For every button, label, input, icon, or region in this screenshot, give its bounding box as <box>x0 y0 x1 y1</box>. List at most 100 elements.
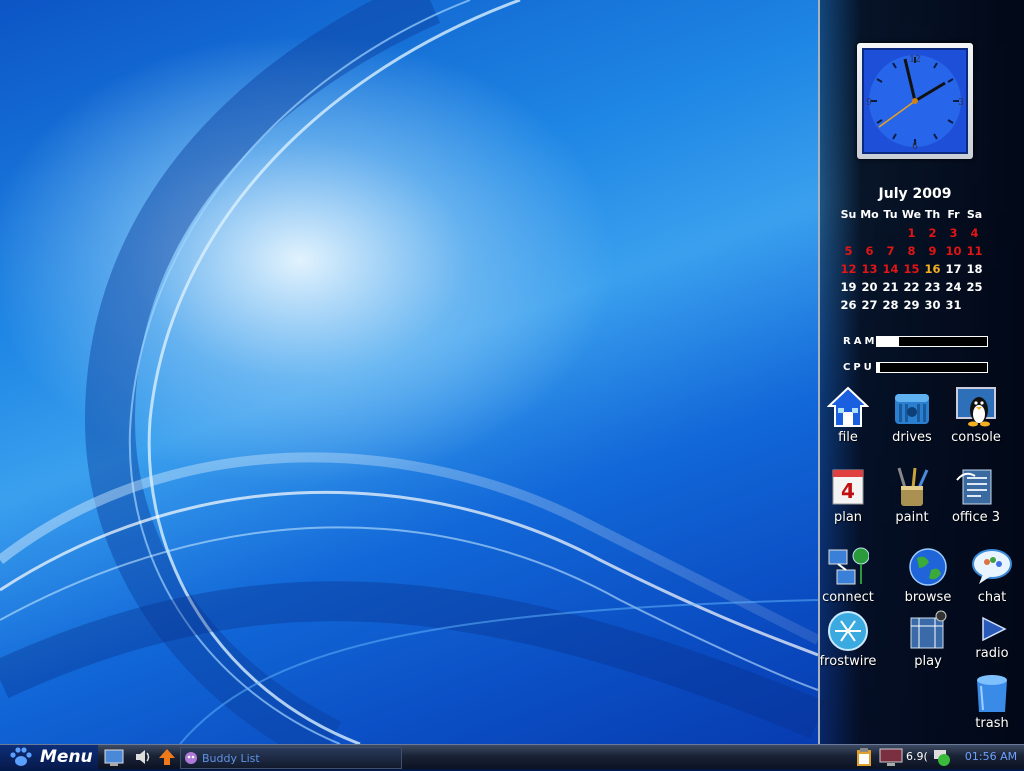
calendar-day[interactable]: 16 <box>922 260 943 278</box>
buddy-list-label: Buddy List <box>202 751 260 765</box>
desktop-icon-connect[interactable]: connect <box>813 546 883 605</box>
calendar-day[interactable]: 1 <box>901 224 922 242</box>
desktop-icon-office[interactable]: office 3 <box>941 466 1011 525</box>
calendar-day[interactable]: 26 <box>838 296 859 314</box>
globe-browser-icon <box>907 546 949 588</box>
trash-label: trash <box>975 716 1009 731</box>
calendar-day <box>964 296 985 314</box>
calendar-day[interactable]: 20 <box>859 278 880 296</box>
calendar-day[interactable]: 11 <box>964 242 985 260</box>
taskbar-window-buddy-list[interactable]: Buddy List <box>180 747 402 769</box>
update-arrow-icon[interactable] <box>157 747 177 767</box>
calendar-day[interactable]: 30 <box>922 296 943 314</box>
calendar-day[interactable]: 5 <box>838 242 859 260</box>
volume-icon[interactable] <box>134 747 154 767</box>
calendar-day[interactable]: 28 <box>880 296 901 314</box>
clock-numeral-6: 6 <box>912 142 918 152</box>
console-label: console <box>951 430 1001 445</box>
ram-bar <box>876 336 988 347</box>
calendar-day[interactable]: 29 <box>901 296 922 314</box>
calendar-day[interactable]: 31 <box>943 296 964 314</box>
calendar-day[interactable]: 6 <box>859 242 880 260</box>
calendar-day[interactable]: 22 <box>901 278 922 296</box>
network-status-icon[interactable] <box>932 747 952 767</box>
network-connect-icon <box>827 546 870 588</box>
desktop-icon-plan[interactable]: 4 plan <box>813 466 883 525</box>
analog-clock-widget: 12 6 3 9 <box>857 43 973 159</box>
office-document-icon <box>955 466 997 508</box>
start-menu-button[interactable]: Menu <box>0 745 98 769</box>
monitor-icon[interactable] <box>879 747 903 767</box>
clipboard-icon[interactable] <box>854 747 874 767</box>
calendar-day[interactable]: 2 <box>922 224 943 242</box>
desktop-icon-drives[interactable]: drives <box>877 386 947 445</box>
calendar-weekday: Fr <box>947 208 960 221</box>
calendar-day[interactable]: 10 <box>943 242 964 260</box>
calendar-day[interactable]: 15 <box>901 260 922 278</box>
connect-label: connect <box>822 590 874 605</box>
cpu-bar <box>876 362 988 373</box>
paw-icon <box>10 747 32 766</box>
office-label: office 3 <box>951 510 1001 525</box>
calendar-day[interactable]: 8 <box>901 242 922 260</box>
clock-numeral-12: 12 <box>909 55 920 65</box>
show-desktop-icon[interactable] <box>104 747 124 767</box>
cpu-meter: CPU <box>843 362 988 373</box>
frostwire-label: frostwire <box>819 654 877 669</box>
chat-bubble-icon <box>971 546 1013 588</box>
taskbar: Menu Buddy List 6.9( 01:56 AM <box>0 744 1024 769</box>
ram-meter: RAM <box>843 336 988 347</box>
calendar-day[interactable]: 4 <box>964 224 985 242</box>
desktop-icon-browse[interactable]: browse <box>893 546 963 605</box>
calendar-widget: July 2009 Su Mo Tu We Th Fr Sa 1 2 3 4 5 6 7 8 9 10 11 12 1… <box>838 186 988 314</box>
calendar-day[interactable]: 19 <box>838 278 859 296</box>
calendar-day[interactable]: 24 <box>943 278 964 296</box>
calendar-day[interactable]: 7 <box>880 242 901 260</box>
calendar-day[interactable]: 25 <box>964 278 985 296</box>
calendar-day <box>859 224 880 242</box>
media-player-icon <box>907 610 949 652</box>
calendar-day[interactable]: 18 <box>964 260 985 278</box>
calendar-weekday: We <box>901 208 922 221</box>
desktop-icon-paint[interactable]: paint <box>877 466 947 525</box>
paint-label: paint <box>895 510 929 525</box>
calendar-weekday: Su <box>840 208 857 221</box>
desktop-icon-frostwire[interactable]: frostwire <box>813 610 883 669</box>
trash-can-icon <box>971 672 1013 714</box>
pidgin-icon <box>185 752 197 764</box>
calendar-day <box>880 224 901 242</box>
calendar-day[interactable]: 9 <box>922 242 943 260</box>
tray-value: 6.9( <box>906 750 928 763</box>
calendar-day[interactable]: 23 <box>922 278 943 296</box>
desktop-icon-file[interactable]: file <box>813 386 883 445</box>
drives-icon <box>891 386 933 428</box>
calendar-page-icon: 4 <box>827 466 869 508</box>
play-label: play <box>914 654 942 669</box>
calendar-weekday: Th <box>924 208 941 221</box>
calendar-day[interactable]: 13 <box>859 260 880 278</box>
calendar-month-title: July 2009 <box>878 186 952 202</box>
tray-clock[interactable]: 01:56 AM <box>958 745 1024 769</box>
calendar-day[interactable]: 3 <box>943 224 964 242</box>
browse-label: browse <box>904 590 952 605</box>
tux-console-icon <box>955 386 997 428</box>
desktop-icon-chat[interactable]: chat <box>957 546 1024 605</box>
calendar-day[interactable]: 12 <box>838 260 859 278</box>
calendar-day <box>838 224 859 242</box>
desktop-icon-console[interactable]: console <box>941 386 1011 445</box>
clock-numeral-3: 3 <box>958 98 964 108</box>
frostwire-icon <box>827 610 869 652</box>
chat-label: chat <box>977 590 1007 605</box>
calendar-day[interactable]: 27 <box>859 296 880 314</box>
calendar-day[interactable]: 14 <box>880 260 901 278</box>
radio-play-icon <box>971 614 1013 644</box>
calendar-weekday: Mo <box>860 208 879 221</box>
ram-label: RAM <box>843 336 878 347</box>
calendar-day[interactable]: 17 <box>943 260 964 278</box>
desktop-icon-play[interactable]: play <box>893 610 963 669</box>
desktop-icon-radio[interactable]: radio <box>957 614 1024 661</box>
desktop-icon-trash[interactable]: trash <box>957 672 1024 731</box>
paint-brushes-icon <box>891 466 933 508</box>
calendar-day[interactable]: 21 <box>880 278 901 296</box>
home-icon <box>826 386 870 428</box>
